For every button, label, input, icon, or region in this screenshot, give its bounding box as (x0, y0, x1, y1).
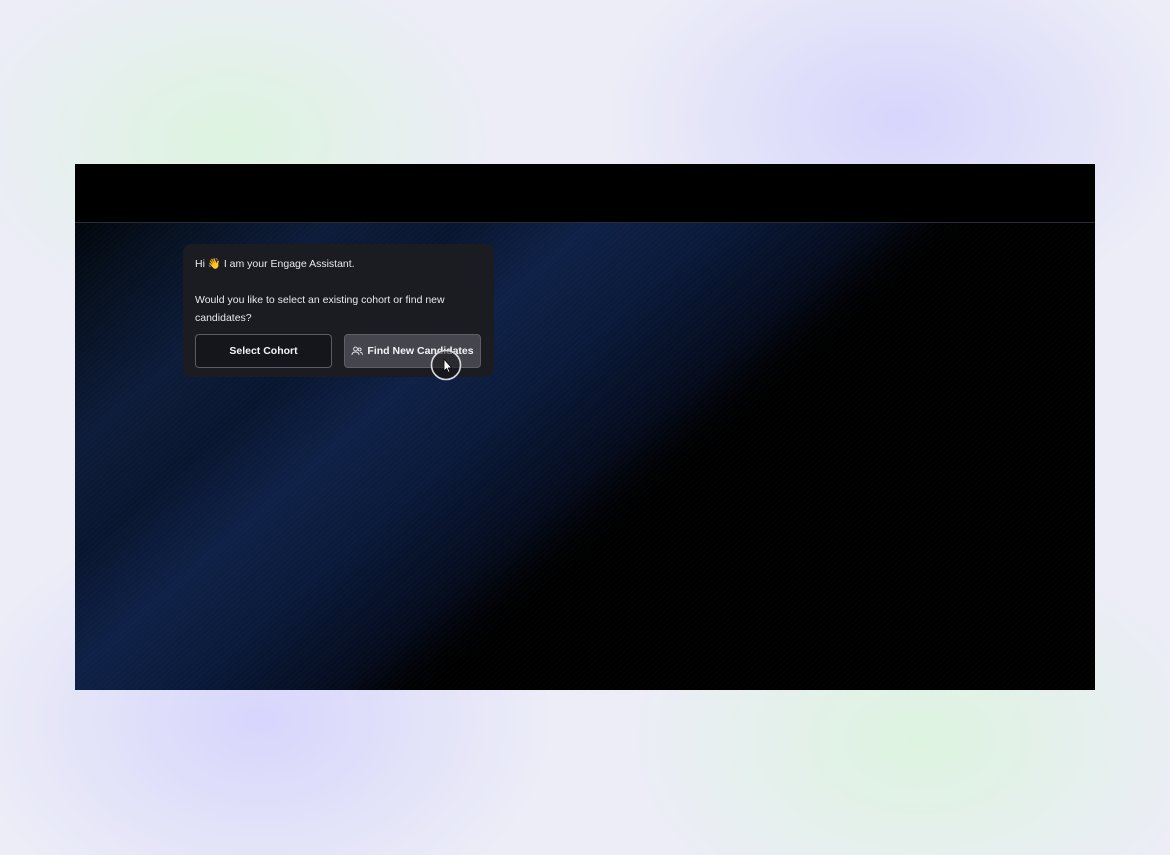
assistant-greeting: Hi 👋 I am your Engage Assistant. (195, 255, 482, 273)
select-cohort-button[interactable]: Select Cohort (195, 334, 332, 368)
assistant-question: Would you like to select an existing coh… (195, 294, 445, 324)
top-bar (75, 164, 1095, 223)
users-icon (351, 346, 364, 356)
app-screen: Hi 👋 I am your Engage Assistant. Would y… (75, 164, 1095, 690)
greeting-prefix: Hi (195, 258, 205, 270)
select-cohort-label: Select Cohort (229, 345, 298, 357)
greeting-text: I am your Engage Assistant. (223, 258, 355, 270)
mouse-pointer-icon (430, 349, 462, 381)
waving-hand-icon: 👋 (207, 258, 221, 270)
